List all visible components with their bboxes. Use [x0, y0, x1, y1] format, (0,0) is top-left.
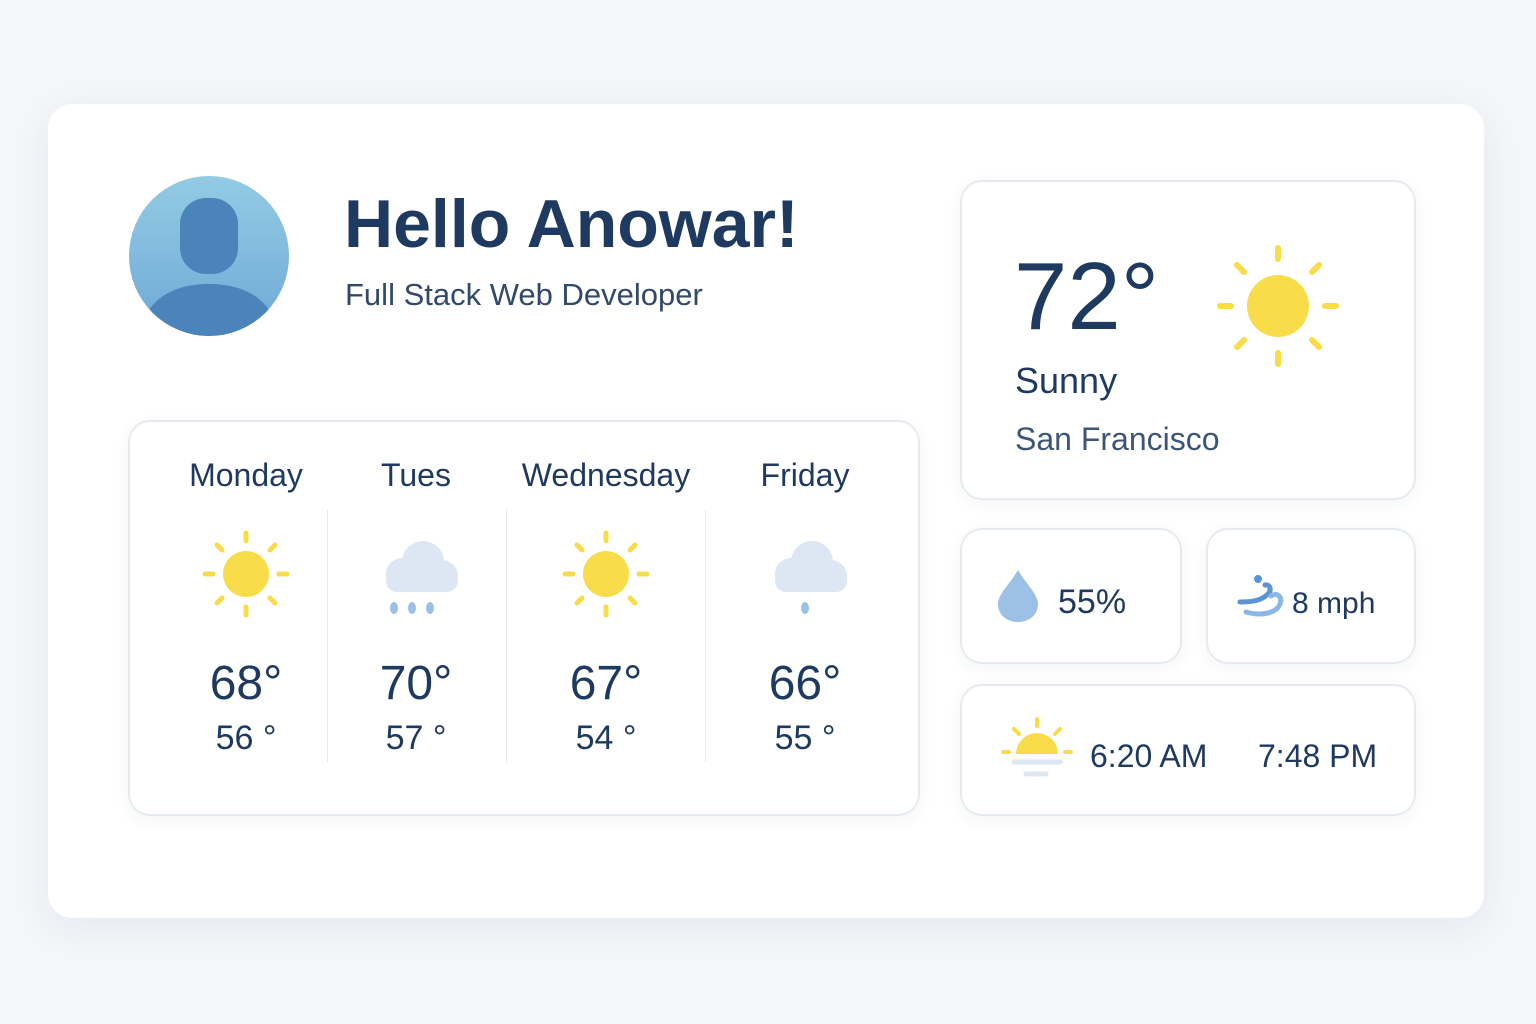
forecast-high-temp: 66°: [768, 657, 842, 710]
wind-icon: [1237, 575, 1284, 617]
forecast-low-temp: 57 °: [385, 719, 447, 757]
sunrise-icon: [1001, 717, 1073, 777]
forecast-day-name: Friday: [760, 457, 850, 493]
sunrise-time: 6:20 AM: [1090, 738, 1208, 774]
sunset-time: 7:48 PM: [1258, 738, 1378, 774]
forecast-day-name: Wednesday: [521, 457, 691, 493]
current-weather-panel[interactable]: 72° Sunny San Francisco: [960, 180, 1416, 500]
forecast-day-wednesday[interactable]: Wednesday 67° 54 °: [506, 450, 706, 760]
sun-icon: [202, 530, 290, 618]
current-temperature: 72°: [1014, 243, 1160, 350]
sun-icon: [1217, 245, 1339, 367]
wind-value: 8 mph: [1292, 587, 1376, 620]
forecast-day-name: Tues: [381, 457, 451, 493]
water-drop-icon: [998, 570, 1038, 622]
user-avatar-icon[interactable]: [129, 176, 289, 336]
forecast-high-temp: 67°: [569, 657, 643, 710]
humidity-value: 55%: [1058, 583, 1127, 621]
sunrise-sunset-panel[interactable]: 6:20 AM 7:48 PM: [960, 684, 1416, 816]
humidity-panel[interactable]: 55%: [960, 528, 1182, 664]
current-condition: Sunny: [1015, 360, 1118, 401]
forecast-day-friday[interactable]: Friday 66° 55 °: [705, 450, 905, 760]
drizzle-cloud-icon: [775, 541, 847, 614]
current-location: San Francisco: [1015, 421, 1220, 457]
forecast-low-temp: 55 °: [774, 719, 836, 757]
forecast-high-temp: 70°: [379, 657, 453, 710]
rain-cloud-icon: [386, 541, 458, 614]
wind-panel[interactable]: 8 mph: [1206, 528, 1416, 664]
job-title: Full Stack Web Developer: [345, 277, 703, 312]
sun-icon: [562, 530, 650, 618]
greeting-title: Hello Anowar!: [344, 186, 799, 262]
forecast-day-tues[interactable]: Tues 70° 57 °: [316, 450, 516, 760]
forecast-low-temp: 54 °: [575, 719, 637, 757]
